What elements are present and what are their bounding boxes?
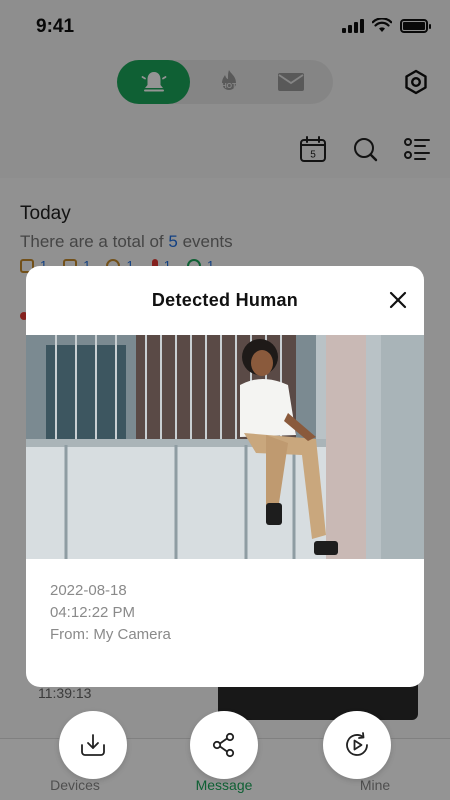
download-button[interactable] [59, 711, 127, 779]
share-icon [212, 732, 235, 758]
share-button[interactable] [190, 711, 258, 779]
replay-icon [346, 732, 368, 756]
event-source: From: My Camera [50, 626, 171, 643]
event-date: 2022-08-18 [50, 582, 127, 599]
event-clock-time: 04:12:22 PM [50, 604, 136, 621]
event-meta: 2022-08-18 04:12:22 PM From: My Camera [50, 580, 171, 646]
download-icon [81, 734, 105, 756]
snapshot-image [26, 335, 424, 559]
close-icon[interactable] [388, 290, 408, 310]
dialog-title: Detected Human [151, 290, 299, 310]
event-detail-dialog: Detected Human 2022-08-18 04:12:22 PM Fr… [26, 266, 424, 687]
replay-button[interactable] [323, 711, 391, 779]
